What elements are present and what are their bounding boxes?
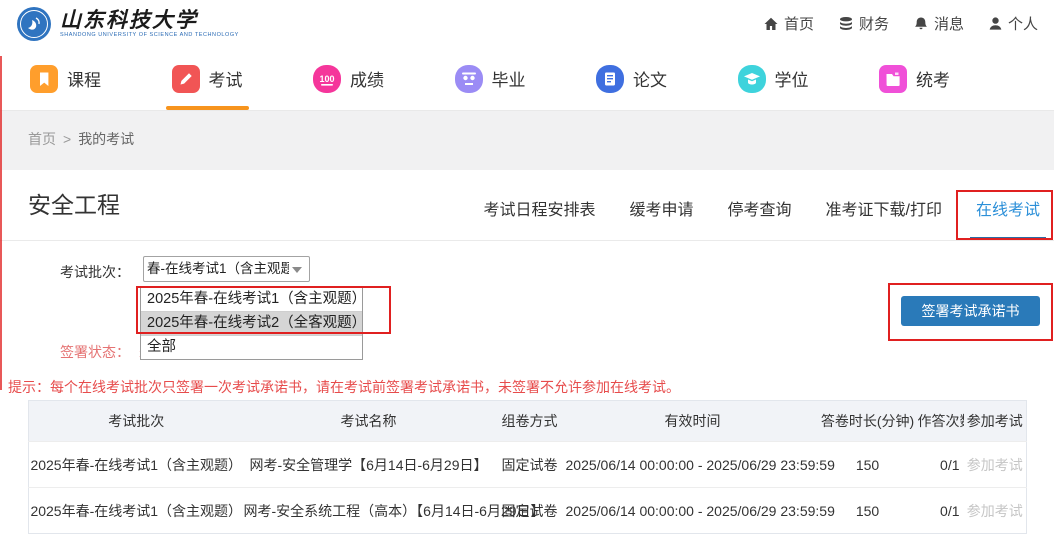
take-exam-link[interactable]: 参加考试 — [964, 488, 1027, 534]
sign-status-label: 签署状态： — [60, 344, 130, 360]
col-header-valid-time: 有效时间 — [566, 401, 820, 442]
subtab-online-exam[interactable]: 在线考试 — [976, 170, 1040, 240]
breadcrumb-current: 我的考试 — [78, 131, 134, 147]
col-header-batch: 考试批次 — [29, 401, 244, 442]
tab-scores[interactable]: 100 成绩 — [313, 47, 384, 110]
cell-paper-mode: 固定试卷 — [494, 442, 566, 488]
annotation-left-edge-line — [0, 56, 2, 390]
score-icon: 100 — [313, 65, 341, 93]
tab-courses-label: 课程 — [67, 66, 101, 91]
nav-messages-label: 消息 — [934, 13, 964, 34]
nav-messages[interactable]: 消息 — [913, 13, 964, 34]
tab-unified-exam-label: 统考 — [916, 66, 950, 91]
cell-batch: 2025年春-在线考试1（含主观题） — [29, 442, 244, 488]
home-icon — [763, 16, 779, 32]
person-icon — [988, 16, 1003, 31]
bell-icon — [913, 16, 929, 32]
batch-select-value: 春-在线考试1（含主观题） — [147, 257, 289, 281]
sub-tab-bar: 考试日程安排表 缓考申请 停考查询 准考证下载/打印 在线考试 — [483, 170, 1040, 240]
nav-profile[interactable]: 个人 — [988, 13, 1038, 34]
col-header-action: 参加考试 — [964, 401, 1027, 442]
unified-exam-icon — [879, 65, 907, 93]
tab-graduation[interactable]: 毕业 — [455, 47, 526, 110]
nav-home-label: 首页 — [784, 13, 814, 34]
tab-courses[interactable]: 课程 — [30, 47, 101, 110]
breadcrumb-separator: > — [63, 131, 71, 147]
exam-table: 考试批次 考试名称 组卷方式 有效时间 答卷时长(分钟) 作答次数 参加考试 2… — [28, 400, 1027, 534]
card-header: 安全工程 考试日程安排表 缓考申请 停考查询 准考证下载/打印 在线考试 — [0, 170, 1054, 241]
batch-dropdown-list: 2025年春-在线考试1（含主观题） 2025年春-在线考试2（全客观题） 全部 — [140, 287, 363, 360]
university-logo: 山东科技大学 SHANDONG UNIVERSITY OF SCIENCE AN… — [16, 6, 239, 42]
table-row: 2025年春-在线考试1（含主观题） 网考-安全系统工程（高本）【6月14日-6… — [29, 488, 1027, 534]
content-card: 安全工程 考试日程安排表 缓考申请 停考查询 准考证下载/打印 在线考试 考试批… — [0, 170, 1054, 548]
subtab-admission-ticket[interactable]: 准考证下载/打印 — [826, 170, 942, 240]
course-icon — [30, 65, 58, 93]
tab-unified-exam[interactable]: 统考 — [879, 47, 950, 110]
dropdown-option-2[interactable]: 2025年春-在线考试2（全客观题） — [141, 311, 362, 335]
take-exam-link[interactable]: 参加考试 — [964, 442, 1027, 488]
graduation-icon — [455, 65, 483, 93]
chevron-down-icon — [292, 267, 302, 273]
cell-valid-time: 2025/06/14 00:00:00 - 2025/06/29 23:59:5… — [566, 488, 820, 534]
subtab-suspended-exam[interactable]: 停考查询 — [728, 170, 792, 240]
exam-icon — [172, 65, 200, 93]
batch-select[interactable]: 春-在线考试1（含主观题） — [143, 256, 310, 282]
cell-attempts: 0/1 — [916, 488, 964, 534]
cell-batch: 2025年春-在线考试1（含主观题） — [29, 488, 244, 534]
university-name-cn: 山东科技大学 — [60, 9, 239, 31]
nav-home[interactable]: 首页 — [763, 13, 814, 34]
thesis-icon — [596, 65, 624, 93]
tab-thesis-label: 论文 — [633, 66, 667, 91]
subtab-exam-schedule[interactable]: 考试日程安排表 — [483, 170, 595, 240]
sign-commitment-button[interactable]: 签署考试承诺书 — [901, 296, 1040, 326]
col-header-exam-name: 考试名称 — [244, 401, 494, 442]
cell-valid-time: 2025/06/14 00:00:00 - 2025/06/29 23:59:5… — [566, 442, 820, 488]
batch-filter-label: 考试批次： — [60, 262, 130, 282]
degree-icon — [738, 65, 766, 93]
dropdown-option-1[interactable]: 2025年春-在线考试1（含主观题） — [141, 288, 362, 311]
hint-text: 提示：每个在线考试批次只签署一次考试承诺书，请在考试前签署考试承诺书，未签署不允… — [8, 377, 680, 397]
university-logo-icon — [16, 6, 52, 42]
university-name-en: SHANDONG UNIVERSITY OF SCIENCE AND TECHN… — [60, 31, 239, 39]
tab-thesis[interactable]: 论文 — [596, 47, 667, 110]
screen: 山东科技大学 SHANDONG UNIVERSITY OF SCIENCE AN… — [0, 0, 1054, 548]
col-header-paper-mode: 组卷方式 — [494, 401, 566, 442]
cell-attempts: 0/1 — [916, 442, 964, 488]
tab-degree[interactable]: 学位 — [738, 47, 809, 110]
table-row: 2025年春-在线考试1（含主观题） 网考-安全管理学【6月14日-6月29日】… — [29, 442, 1027, 488]
dropdown-option-3[interactable]: 全部 — [141, 335, 362, 359]
breadcrumb-home[interactable]: 首页 — [28, 131, 56, 147]
breadcrumb: 首页 > 我的考试 — [28, 129, 134, 149]
cell-exam-name: 网考-安全管理学【6月14日-6月29日】 — [244, 442, 494, 488]
cell-paper-mode: 固定试卷 — [494, 488, 566, 534]
tab-exams-label: 考试 — [209, 66, 243, 91]
cell-exam-name: 网考-安全系统工程（高本）【6月14日-6月29日】 — [244, 488, 494, 534]
tab-exams[interactable]: 考试 — [172, 47, 243, 110]
tab-degree-label: 学位 — [775, 66, 809, 91]
finance-icon — [838, 16, 854, 32]
nav-finance[interactable]: 财务 — [838, 13, 889, 34]
tab-graduation-label: 毕业 — [492, 66, 526, 91]
top-header: 山东科技大学 SHANDONG UNIVERSITY OF SCIENCE AN… — [0, 0, 1054, 47]
subtab-deferred-exam[interactable]: 缓考申请 — [630, 170, 694, 240]
tab-scores-label: 成绩 — [350, 66, 384, 91]
nav-profile-label: 个人 — [1008, 13, 1038, 34]
main-tab-bar: 课程 考试 100 成绩 毕业 论文 学位 — [0, 47, 1054, 111]
svg-text:100: 100 — [319, 74, 334, 84]
col-header-duration: 答卷时长(分钟) — [820, 401, 916, 442]
page-title: 安全工程 — [28, 186, 120, 220]
top-nav: 首页 财务 消息 个人 — [763, 13, 1038, 34]
col-header-attempts: 作答次数 — [916, 401, 964, 442]
nav-finance-label: 财务 — [859, 13, 889, 34]
table-header-row: 考试批次 考试名称 组卷方式 有效时间 答卷时长(分钟) 作答次数 参加考试 — [29, 401, 1027, 442]
